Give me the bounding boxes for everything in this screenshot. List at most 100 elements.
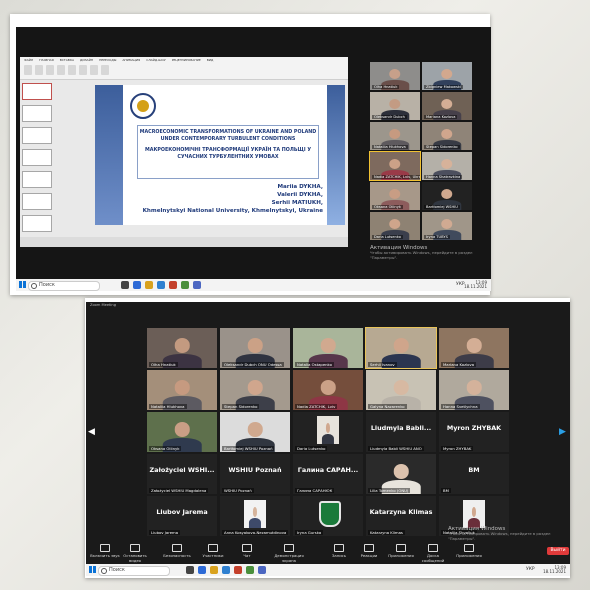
zoom-control-button[interactable]: Включить звук — [88, 544, 122, 558]
participant-tile[interactable]: Liubov Jarema Liubov Jarema — [147, 496, 217, 536]
slide-canvas[interactable]: MACROECONOMIC TRANSFORMATIONS OF UKRAINE… — [95, 85, 345, 225]
participant-tile[interactable]: Natalia Ostapenko — [293, 328, 363, 368]
task-view-icon[interactable] — [186, 566, 194, 574]
find-icon[interactable] — [101, 65, 109, 75]
ppt-ribbon-tab[interactable]: ГЛАВНАЯ — [39, 58, 54, 62]
participant-tile[interactable]: Oleksandr Dubch ONU Odessa — [220, 328, 290, 368]
participant-tile[interactable]: Hanna Shatravkina — [422, 152, 472, 180]
zoom-control-button[interactable]: Приложения — [452, 544, 486, 558]
participant-tile[interactable]: Anna Kosyakova-Nezamutdinova — [220, 496, 290, 536]
viber-icon[interactable] — [193, 281, 201, 289]
participant-tile[interactable]: Olha Hnatiuk — [147, 328, 217, 368]
participant-tile[interactable]: Stepan Sidorenko — [220, 370, 290, 410]
participant-tile[interactable]: Olha Hnatiuk — [370, 62, 420, 90]
slide-thumbnail[interactable] — [22, 171, 52, 188]
participant-tile[interactable]: Stepan Sidorenko — [422, 122, 472, 150]
slide-thumbnail[interactable] — [22, 105, 52, 122]
zoom-control-button[interactable]: Безопасность — [160, 544, 194, 558]
taskbar-search[interactable]: Поиск — [98, 566, 170, 576]
clock[interactable]: 13:09 18.11.2021 — [543, 566, 566, 574]
ppt-ribbon-tab[interactable]: ДИЗАЙН — [80, 58, 93, 62]
zoom-app-icon[interactable] — [133, 281, 141, 289]
participant-tile[interactable]: Oleksandr Dubch — [370, 92, 420, 120]
windows-icon[interactable] — [89, 566, 96, 573]
participant-tile[interactable]: Bartłomiej WSHIU — [422, 182, 472, 210]
participant-tile[interactable]: Bartłomiej WSHIU Poznań — [220, 412, 290, 452]
language-indicator[interactable]: УКР — [526, 567, 535, 572]
participant-tile[interactable]: Zbigniew Makowski — [422, 62, 472, 90]
participant-tile[interactable]: Hanna Svetlychna — [439, 370, 509, 410]
ppt-ribbon-tab[interactable]: АНИМАЦИЯ — [122, 58, 140, 62]
font-icon[interactable] — [46, 65, 54, 75]
clock[interactable]: 13:09 18.11.2021 — [464, 281, 487, 289]
participant-tile[interactable]: Liudmyla Babli... Liudmyla Babli WSHIU AN… — [366, 412, 436, 452]
participant-tile[interactable]: Iryna TUBYS — [422, 212, 472, 240]
participant-tile[interactable]: Iryna Gurska — [293, 496, 363, 536]
file-explorer-icon[interactable] — [210, 566, 218, 574]
participant-display-name: Myron ZHYBAK — [446, 424, 502, 432]
zoom-control-button[interactable]: Участники — [196, 544, 230, 558]
slide-thumbnail[interactable] — [22, 149, 52, 166]
ppt-ribbon-tab[interactable]: ВСТАВКА — [60, 58, 74, 62]
participant-tile[interactable]: Oksana Oliinyk — [370, 182, 420, 210]
shapes-icon[interactable] — [79, 65, 87, 75]
participant-tile[interactable]: Daria Lutsenko — [370, 212, 420, 240]
arrange-icon[interactable] — [90, 65, 98, 75]
participant-tile[interactable]: Oksana Oliinyk — [147, 412, 217, 452]
participant-tile[interactable]: Galyna Nazarenko — [366, 370, 436, 410]
powerpoint-icon[interactable] — [234, 566, 242, 574]
participant-tile[interactable]: Nadia ZATCHIK, Lviv — [293, 370, 363, 410]
participant-tile[interactable]: Katarzyna Klimas Katarzyna Klimas — [366, 496, 436, 536]
participant-tile[interactable]: Nadia ZATCHIK, Lviv, Ukraine — [369, 151, 421, 181]
leave-meeting-button[interactable]: Выйти — [547, 547, 569, 555]
participant-tile[interactable]: Serhii Ivanov — [365, 327, 437, 369]
ppt-ribbon-tab[interactable]: ПЕРЕХОДЫ — [99, 58, 116, 62]
ppt-ribbon-tab[interactable]: СЛАЙД-ШОУ — [146, 58, 165, 62]
zoom-control-button[interactable]: Реакции — [352, 544, 386, 558]
paste-icon[interactable] — [24, 65, 32, 75]
slide-thumbnail[interactable] — [22, 127, 52, 144]
ppt-ribbon-tab[interactable]: РЕЦЕНЗИРОВАНИЕ — [172, 58, 201, 62]
file-explorer-icon[interactable] — [145, 281, 153, 289]
slide-thumbnail[interactable] — [22, 193, 52, 210]
chevron-right-icon[interactable]: ▶ — [559, 427, 566, 437]
participant-tile[interactable]: Nataliia Hlukhova — [370, 122, 420, 150]
zoom-control-button[interactable]: Доска сообщений — [416, 544, 450, 563]
participant-tile[interactable]: Nataliia Hlukhova — [147, 370, 217, 410]
task-view-icon[interactable] — [121, 281, 129, 289]
chrome-icon[interactable] — [181, 281, 189, 289]
edge-icon[interactable] — [157, 281, 165, 289]
zoom-control-button[interactable]: Чат — [230, 544, 264, 558]
zoom-control-button[interactable]: Приложения — [384, 544, 418, 558]
edge-icon[interactable] — [222, 566, 230, 574]
participant-tile[interactable]: Lilia Tomenko (ONU) — [366, 454, 436, 494]
participant-tile[interactable]: Daria Lutsenko — [293, 412, 363, 452]
paragraph-icon[interactable] — [68, 65, 76, 75]
zoom-control-button[interactable]: Демонстрация экрана — [272, 544, 306, 563]
slide-thumbnail[interactable] — [22, 215, 52, 232]
participant-tile[interactable]: Mariana Kozlova — [422, 92, 472, 120]
taskbar-search[interactable]: Поиск — [28, 281, 100, 291]
author-line: Serhii MATIUKH, — [271, 200, 323, 206]
ppt-ribbon-tab[interactable]: ФАЙЛ — [24, 58, 33, 62]
slide-thumbnail[interactable] — [22, 83, 52, 100]
zoom-control-button[interactable]: Запись — [322, 544, 356, 558]
participant-tile[interactable]: BM BM — [439, 454, 509, 494]
ppt-ribbon-tab[interactable]: ВИД — [207, 58, 214, 62]
viber-icon[interactable] — [258, 566, 266, 574]
participant-tile[interactable]: Mariana Kozlova — [439, 328, 509, 368]
participant-tile[interactable]: WSHIU Poznań WSHIU Poznań — [220, 454, 290, 494]
participant-tile[interactable]: Założyciel WSHI... Założyciel WSHIU Magda… — [147, 454, 217, 494]
powerpoint-icon[interactable] — [169, 281, 177, 289]
participant-tile[interactable]: Галина САРАН... Галина САРАНЮК — [293, 454, 363, 494]
bold-icon[interactable] — [57, 65, 65, 75]
participant-tile[interactable]: Myron ZHYBAK Myron ZHYBAK — [439, 412, 509, 452]
windows-icon[interactable] — [19, 281, 26, 288]
participant-name: Mariana Kozlova — [441, 362, 477, 367]
zoom-app-icon[interactable] — [198, 566, 206, 574]
zoom-control-button[interactable]: Остановить видео — [118, 544, 152, 563]
chevron-left-icon[interactable]: ◀ — [88, 427, 95, 437]
search-icon — [31, 283, 37, 289]
chrome-icon[interactable] — [246, 566, 254, 574]
new-slide-icon[interactable] — [35, 65, 43, 75]
